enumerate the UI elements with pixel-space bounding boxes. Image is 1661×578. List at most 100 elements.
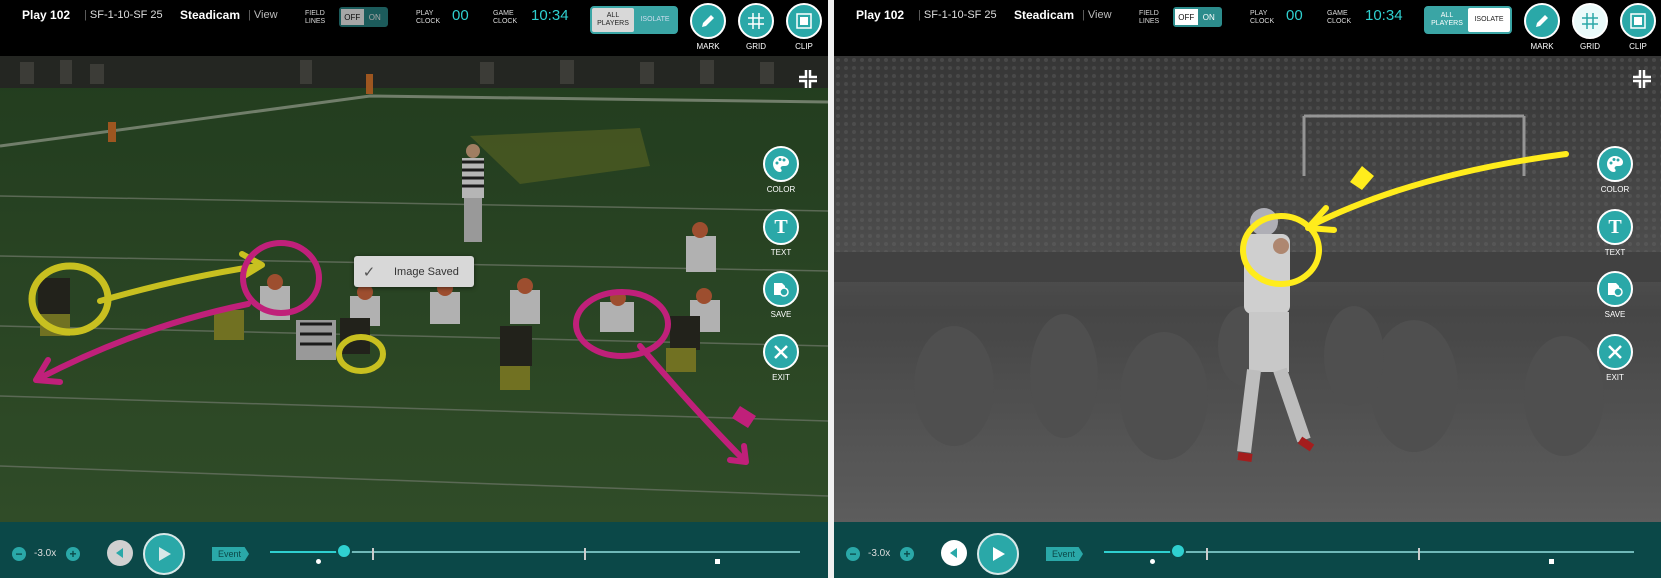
timeline-start-marker (1150, 559, 1155, 564)
game-clock-label: GAME CLOCK (1327, 10, 1351, 26)
play-clock-label: PLAY CLOCK (416, 10, 440, 26)
field-lines-label: FIELD LINES (1139, 10, 1159, 26)
clip-button[interactable] (1620, 3, 1656, 39)
camera-name[interactable]: Steadicam (180, 8, 240, 22)
isolated-player-scene (834, 56, 1661, 522)
clip-button[interactable] (786, 3, 822, 39)
all-players-option[interactable]: ALL PLAYERS (592, 8, 634, 32)
football-field-scene (0, 56, 828, 522)
all-players-line2: PLAYERS (597, 20, 629, 27)
grid-label: GRID (1580, 42, 1600, 51)
video-frame[interactable] (0, 56, 828, 522)
timeline-scrubber[interactable] (1170, 543, 1187, 559)
save-button[interactable] (763, 271, 799, 307)
play-id: | SF-1-10-SF 25 (918, 9, 997, 21)
timeline-start-marker (316, 559, 321, 564)
field-lines-label-line1: FIELD (1139, 10, 1159, 17)
color-label: COLOR (766, 185, 796, 194)
toggle-on[interactable]: ON (364, 9, 387, 25)
play-icon (993, 547, 1005, 561)
collapse-icon[interactable] (1631, 68, 1653, 90)
field-lines-label: FIELD LINES (305, 10, 325, 26)
video-frame[interactable] (834, 56, 1661, 522)
speed-increase-button[interactable]: + (900, 547, 914, 561)
text-button[interactable]: T (1597, 209, 1633, 245)
play-clock-label-line1: PLAY (416, 10, 434, 17)
right-panel: Play 102 | SF-1-10-SF 25 Steadicam | Vie… (834, 0, 1661, 578)
game-clock-label-line2: CLOCK (1327, 18, 1352, 25)
exit-button[interactable] (1597, 334, 1633, 370)
toggle-off[interactable]: OFF (1175, 9, 1198, 25)
play-id-text: SF-1-10-SF 25 (89, 9, 163, 21)
play-icon (159, 547, 171, 561)
text-button[interactable]: T (763, 209, 799, 245)
timeline-progress (1104, 551, 1179, 553)
view-menu[interactable]: | View (248, 9, 278, 21)
all-players-line1: ALL (606, 12, 620, 19)
mark-button[interactable] (690, 3, 726, 39)
all-players-line2: PLAYERS (1431, 20, 1463, 27)
timeline-scrubber[interactable] (336, 543, 353, 559)
timeline-end-marker (715, 559, 720, 564)
clip-label: CLIP (795, 42, 813, 51)
pen-icon (702, 15, 714, 27)
play-title: Play 102 (22, 8, 71, 22)
check-icon: ✓ (362, 263, 376, 281)
close-icon (774, 345, 788, 359)
play-button[interactable] (977, 533, 1019, 575)
palette-icon (1607, 156, 1623, 172)
pen-icon (1536, 15, 1548, 27)
toggle-on[interactable]: ON (1198, 9, 1221, 25)
play-button[interactable] (143, 533, 185, 575)
grid-button[interactable] (1572, 3, 1608, 39)
all-players-option[interactable]: ALL PLAYERS (1426, 8, 1468, 32)
field-lines-label-line2: LINES (1139, 18, 1160, 25)
playback-bar: − -3.0x + Event (834, 522, 1661, 578)
game-clock-label: GAME CLOCK (493, 10, 517, 26)
toggle-off[interactable]: OFF (341, 9, 364, 25)
view-label: View (253, 9, 278, 21)
step-back-icon (950, 548, 957, 558)
text-label: TEXT (770, 248, 792, 257)
timeline-marker (1206, 548, 1208, 560)
speed-decrease-button[interactable]: − (846, 547, 860, 561)
view-menu[interactable]: | View (1082, 9, 1112, 21)
camera-name[interactable]: Steadicam (1014, 8, 1074, 22)
play-clock-label: PLAY CLOCK (1250, 10, 1274, 26)
save-button[interactable] (1597, 271, 1633, 307)
top-bar: Play 102 | SF-1-10-SF 25 Steadicam | Vie… (0, 0, 828, 56)
speed-decrease-button[interactable]: − (12, 547, 26, 561)
step-back-button[interactable] (107, 540, 133, 566)
speed-value: -3.0x (34, 548, 57, 559)
timeline-end-marker (1549, 559, 1554, 564)
toast-text: Image Saved (394, 265, 459, 278)
close-icon (1608, 345, 1622, 359)
field-lines-label-line2: LINES (305, 18, 326, 25)
collapse-icon[interactable] (797, 68, 819, 90)
timeline-marker (584, 548, 586, 560)
speed-increase-button[interactable]: + (66, 547, 80, 561)
player-filter: ALL PLAYERS ISOLATE (1424, 6, 1512, 34)
isolate-option[interactable]: ISOLATE (634, 8, 676, 32)
game-clock-label-line2: CLOCK (493, 18, 518, 25)
mark-label: MARK (1530, 42, 1554, 51)
exit-button[interactable] (763, 334, 799, 370)
play-clock-value: 00 (452, 7, 469, 24)
field-lines-toggle[interactable]: OFF ON (339, 7, 388, 27)
grid-icon (1582, 13, 1598, 29)
view-label: View (1087, 9, 1112, 21)
grid-button[interactable] (738, 3, 774, 39)
isolate-option[interactable]: ISOLATE (1468, 8, 1510, 32)
color-button[interactable] (763, 146, 799, 182)
field-lines-toggle[interactable]: OFF ON (1173, 7, 1222, 27)
play-id: | SF-1-10-SF 25 (84, 9, 163, 21)
text-label: TEXT (1604, 248, 1626, 257)
grid-label: GRID (746, 42, 766, 51)
exit-label: EXIT (772, 373, 790, 382)
split-screen: Play 102 | SF-1-10-SF 25 Steadicam | Vie… (0, 0, 1661, 578)
event-tag[interactable]: Event (1046, 547, 1084, 561)
step-back-button[interactable] (941, 540, 967, 566)
event-tag[interactable]: Event (212, 547, 250, 561)
color-button[interactable] (1597, 146, 1633, 182)
mark-button[interactable] (1524, 3, 1560, 39)
